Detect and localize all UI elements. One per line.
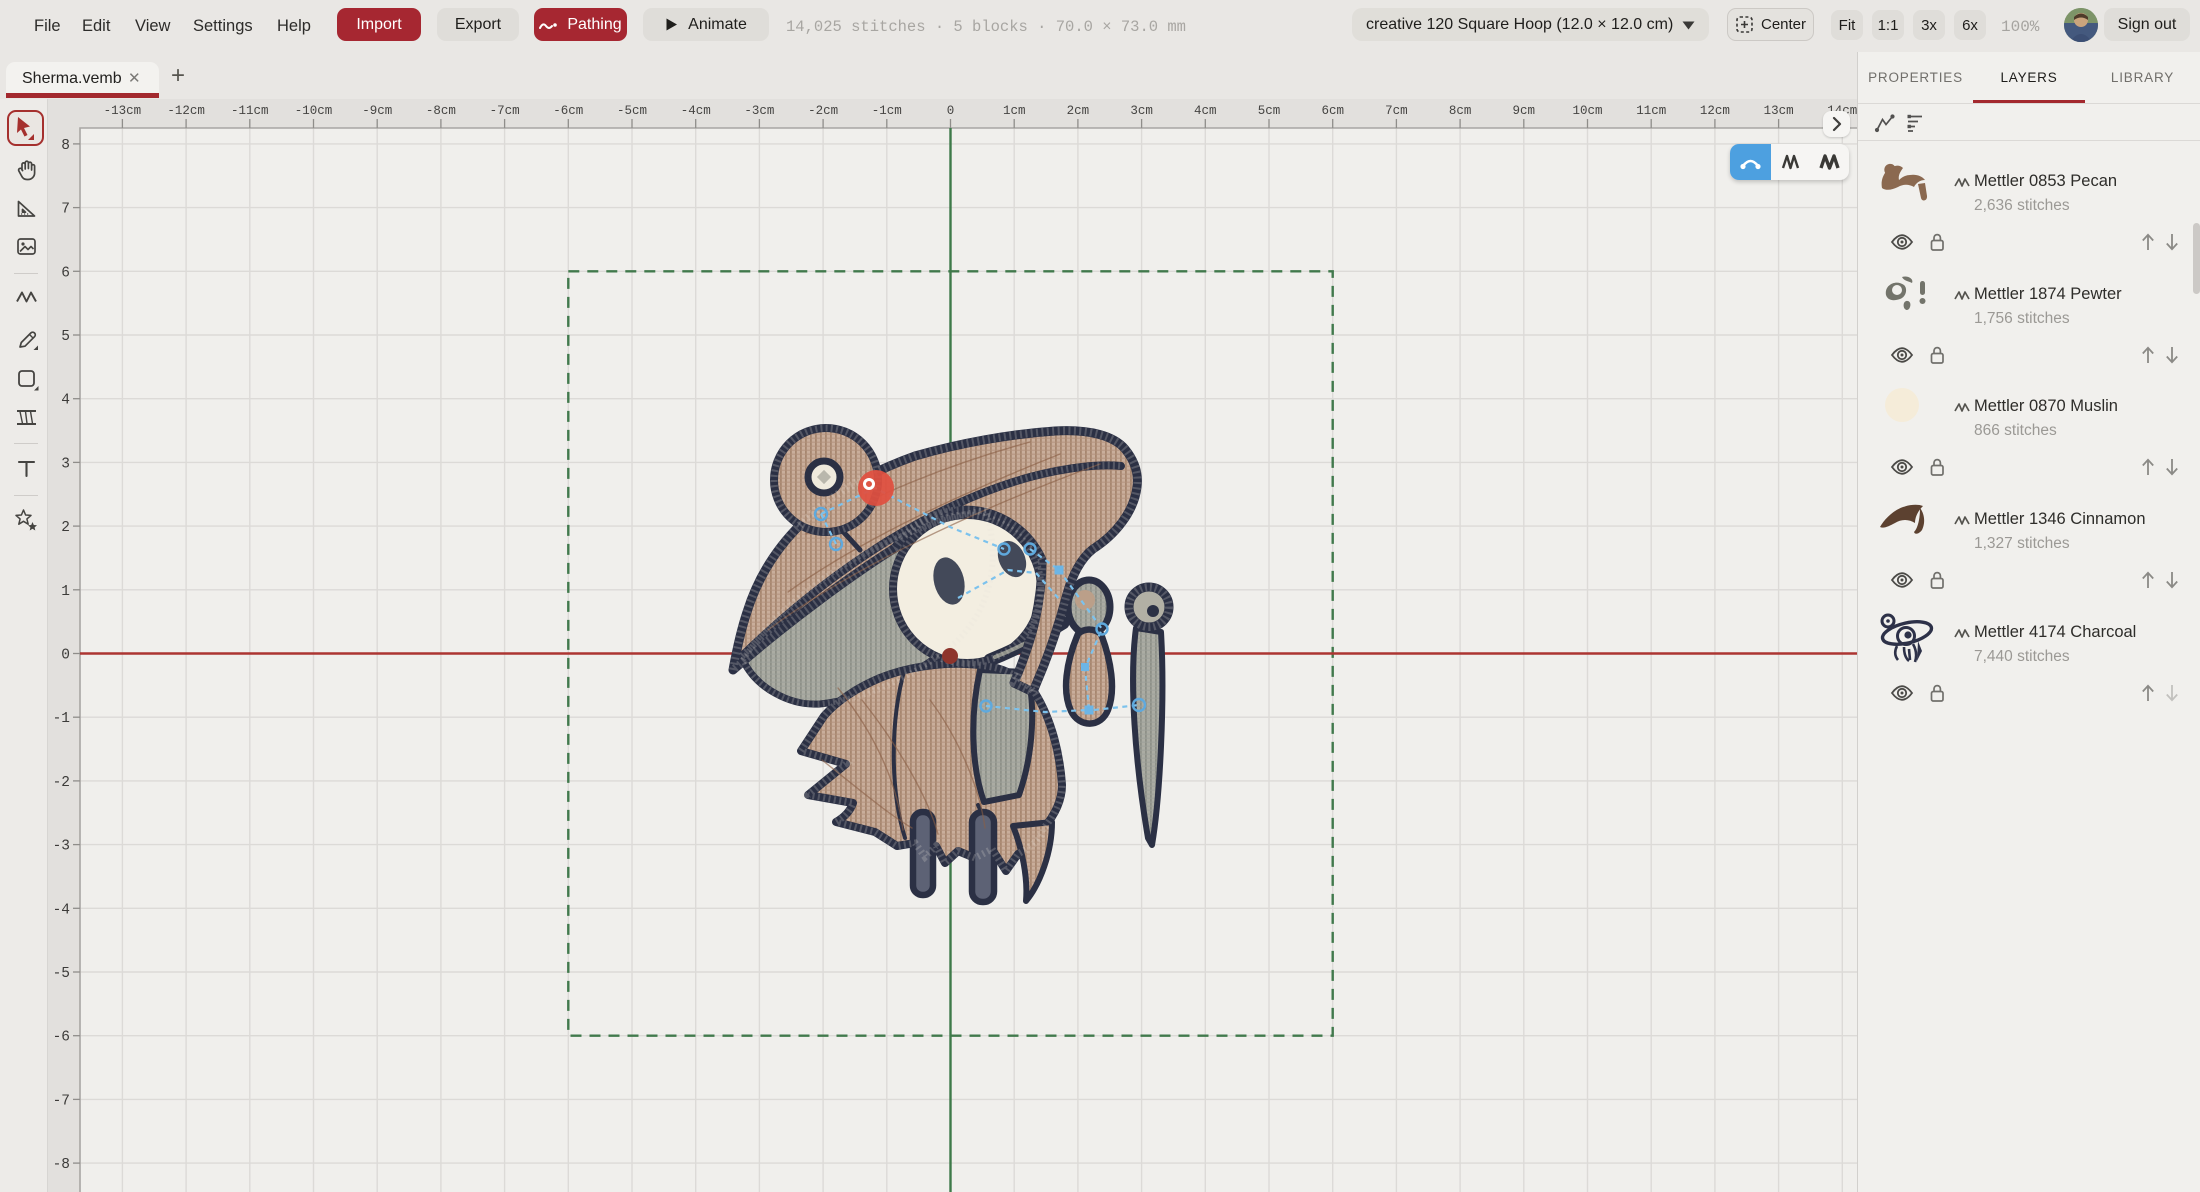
svg-text:-12cm: -12cm — [167, 104, 205, 118]
svg-text:0: 0 — [947, 104, 955, 118]
svg-text:7cm: 7cm — [1385, 104, 1408, 118]
svg-text:-2: -2 — [53, 775, 70, 791]
svg-text:-10cm: -10cm — [295, 104, 333, 118]
svg-text:2cm: 2cm — [1067, 104, 1090, 118]
svg-text:12cm: 12cm — [1700, 104, 1730, 118]
svg-text:-4: -4 — [53, 902, 70, 918]
svg-text:-6cm: -6cm — [553, 104, 583, 118]
svg-text:0: 0 — [61, 648, 70, 664]
svg-text:-1: -1 — [53, 711, 70, 727]
svg-text:-9cm: -9cm — [362, 104, 392, 118]
svg-text:-1cm: -1cm — [872, 104, 902, 118]
svg-text:-8cm: -8cm — [426, 104, 456, 118]
svg-text:11cm: 11cm — [1636, 104, 1666, 118]
svg-text:8cm: 8cm — [1449, 104, 1472, 118]
svg-text:3: 3 — [61, 456, 70, 472]
svg-text:4cm: 4cm — [1194, 104, 1217, 118]
svg-text:-11cm: -11cm — [231, 104, 269, 118]
svg-text:8: 8 — [61, 138, 70, 154]
svg-text:10cm: 10cm — [1572, 104, 1602, 118]
svg-text:9cm: 9cm — [1513, 104, 1536, 118]
svg-text:-6: -6 — [53, 1030, 70, 1046]
svg-text:5cm: 5cm — [1258, 104, 1281, 118]
svg-text:-8: -8 — [53, 1157, 70, 1173]
svg-text:-4cm: -4cm — [681, 104, 711, 118]
svg-text:13cm: 13cm — [1764, 104, 1794, 118]
svg-text:7: 7 — [61, 202, 70, 218]
svg-text:1cm: 1cm — [1003, 104, 1026, 118]
svg-text:3cm: 3cm — [1130, 104, 1153, 118]
svg-text:6: 6 — [61, 265, 70, 281]
svg-text:5: 5 — [61, 329, 70, 345]
svg-text:-7cm: -7cm — [490, 104, 520, 118]
svg-text:-3cm: -3cm — [744, 104, 774, 118]
svg-text:4: 4 — [61, 393, 70, 409]
svg-text:-7: -7 — [53, 1093, 70, 1109]
svg-text:-3: -3 — [53, 839, 70, 855]
svg-text:-5cm: -5cm — [617, 104, 647, 118]
svg-text:-2cm: -2cm — [808, 104, 838, 118]
svg-text:6cm: 6cm — [1321, 104, 1344, 118]
svg-text:-5: -5 — [53, 966, 70, 982]
svg-text:1: 1 — [61, 584, 70, 600]
svg-text:2: 2 — [61, 520, 70, 536]
svg-text:-13cm: -13cm — [104, 104, 142, 118]
